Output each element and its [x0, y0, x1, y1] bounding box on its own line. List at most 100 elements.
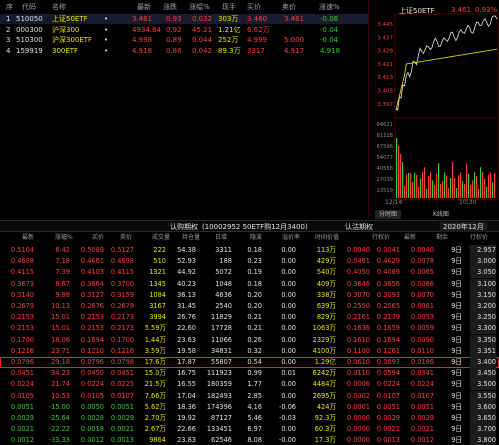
watchlist-cell-chg: 0.92 [166, 25, 182, 34]
price-tick-label: 3.429 [377, 49, 393, 55]
header-ask[interactable]: 卖价 [282, 2, 296, 12]
option-cell: 5.62万 [144, 402, 166, 411]
header-name[interactable]: 名称 [52, 2, 66, 12]
option-cell: 0.00 [281, 324, 296, 333]
watchlist-row[interactable]: 4 159919 300ETF 4.918 0.86 0.042 89.3万 3317 4.91… [0, 46, 368, 56]
option-cell: 17728 [211, 324, 232, 333]
option-cell: 9日 [451, 346, 462, 355]
header-speed[interactable]: 涨速% [319, 2, 340, 12]
watchlist-row[interactable]: 2 000300 沪深300 4934.84 0.92 45.21 1.21亿 6.62万 -0… [0, 25, 368, 35]
volume-bar [418, 187, 420, 198]
header-index[interactable]: 序 [6, 2, 13, 12]
col-volume[interactable]: 成交量 [152, 233, 170, 243]
option-cell: 0.26 [247, 335, 262, 344]
volume-tick-label: 81118 [376, 133, 393, 139]
col-iv[interactable]: 隐波 [250, 233, 262, 243]
option-row[interactable]: 0.4608 7.18 0.4661 0.4698 510 52.93 188 0.23 0.0… [0, 256, 499, 268]
option-cell: 0.0013 [376, 436, 400, 445]
option-cell: 0.3159 [110, 290, 134, 299]
option-cell: 34.23 [51, 369, 70, 378]
option-cell: 44.92 [177, 268, 196, 277]
col-strike-right[interactable]: 行权价 [470, 233, 488, 243]
tab-timeshare[interactable]: 分时图 [375, 210, 402, 219]
volume-bar [434, 184, 436, 198]
put-label[interactable]: 认沽期权 [345, 222, 373, 232]
option-row[interactable]: 0.0012 -33.33 0.0012 0.0013 9864 23.83 62546 8.… [0, 435, 499, 445]
option-cell: 0.0224 [410, 380, 434, 389]
col-daily[interactable]: 日增 [215, 233, 227, 243]
header-change[interactable]: 涨跌 [163, 2, 177, 12]
intraday-chart[interactable]: 上证50ETF 3.461 0.93% 3.445 3.437 3.429 3.421… [368, 0, 499, 219]
call-label[interactable]: 认购期权 [170, 222, 198, 232]
option-cell: -22.22 [48, 425, 70, 434]
watchlist-row[interactable]: 1 510050 上证50ETF 3.461 0.93 0.032 303万 3.460 3.4… [0, 14, 368, 24]
watchlist-cell-last: 4.998 [132, 36, 153, 44]
header-pct[interactable]: 涨幅% [189, 2, 210, 12]
option-row[interactable]: 0.0051 -15.00 0.0050 0.0051 5.62万 18.36 174396… [0, 401, 499, 413]
col-oi[interactable]: 持仓量 [182, 233, 200, 243]
option-cell: 9日 [451, 268, 462, 277]
option-cell: 9864 [149, 436, 166, 445]
option-row[interactable]: 0.0105 10.53 0.0105 0.0107 7.66万 17.04 182493 2… [0, 390, 499, 402]
month-select[interactable]: 2020年12月 [440, 222, 487, 232]
option-cell: 0.1659 [376, 324, 400, 333]
watchlist-cell-chg: 0.89 [166, 36, 182, 44]
option-cell: 0.3646 [346, 279, 370, 288]
volume-bar [450, 177, 452, 198]
selected-contract: (10002952 50ETF购12月3400) [202, 223, 308, 231]
header-volume[interactable]: 现手 [222, 2, 236, 12]
option-cell: 17.6万 [144, 358, 166, 366]
option-cell: 4636 [215, 290, 232, 299]
option-row-selected[interactable]: 0.0796 29.18 0.0796 0.0798 17.6万 17.87 55807 0.… [0, 357, 499, 369]
watchlist-row[interactable]: 3 510300 沪深300ETF 4.998 0.89 0.044 252万 4.999 5.… [0, 35, 368, 45]
option-row[interactable]: 0.3673 8.67 0.3664 0.3700 1345 40.23 1048 0.18 0… [0, 278, 499, 290]
option-cell: 0.23 [247, 257, 262, 266]
option-cell: 2.957 [470, 245, 496, 256]
header-bid[interactable]: 买价 [247, 2, 261, 12]
volume-bar [402, 162, 404, 198]
option-row[interactable]: 0.0021 -22.22 0.0018 0.0021 2.67万 22.66 133451… [0, 424, 499, 436]
option-cell: 40.23 [177, 279, 196, 288]
col-remaining[interactable]: 剩余 [436, 233, 448, 243]
header-last[interactable]: 最新 [137, 2, 151, 12]
option-cell: 9日 [451, 391, 462, 400]
option-cell: 0.0451 [110, 369, 134, 378]
option-row[interactable]: 0.2679 10.13 0.2676 0.2679 3167 31.45 2540 0.20… [0, 301, 499, 312]
watchlist-cell-ask: 5.000 [284, 36, 305, 44]
option-row[interactable]: 0.2153 15.01 0.2153 0.2173 3994 26.76 11829 0.2… [0, 312, 499, 324]
option-cell: 0.3093 [376, 290, 400, 299]
price-tick-label: 3.405 [377, 89, 393, 95]
option-cell: 3.650 [470, 413, 496, 424]
col-last[interactable]: 最新 [22, 233, 34, 243]
watchlist-cell-speed: -0.04 [320, 25, 339, 34]
option-cell: 0.00 [281, 391, 296, 400]
option-cell: 3994 [149, 313, 166, 322]
option-cell: 1345 [149, 279, 166, 288]
option-row[interactable]: 0.3140 9.98 0.3127 0.3159 1084 36.13 4636 0.20 0… [0, 289, 499, 301]
option-row[interactable]: 0.0029 -25.64 0.0028 0.0029 2.70万 19.92 87127 5… [0, 413, 499, 424]
option-row[interactable]: 0.0451 34.23 0.0450 0.0451 15.0万 16.75 111923 0… [0, 368, 499, 380]
option-row[interactable]: 0.1700 18.06 0.1694 0.1700 1.44万 23.63 11066 0.… [0, 334, 499, 346]
col-bid[interactable]: 买价 [92, 233, 104, 243]
option-row[interactable]: 0.5104 6.42 0.5089 0.5127 222 54.38 3311 0.18 0.… [0, 245, 499, 256]
option-row[interactable]: 0.0224 21.74 0.0224 0.0225 21.5万 16.55 180359 1… [0, 379, 499, 391]
col-premium[interactable]: 溢价率 [282, 233, 300, 243]
col-pct[interactable]: 涨幅% [55, 233, 73, 243]
header-code[interactable]: 代码 [22, 2, 36, 12]
option-cell: 18.36 [177, 402, 196, 411]
option-row[interactable]: 0.4115 7.39 0.4103 0.4115 1321 44.92 5072 0.19 0… [0, 267, 499, 279]
volume-bar [412, 182, 414, 198]
option-cell: 9日 [451, 380, 462, 389]
col-time-value[interactable]: 时间价值 [315, 233, 339, 243]
tab-kline[interactable]: K线图 [429, 210, 453, 219]
col-put-last[interactable]: 最新 [404, 233, 416, 243]
option-cell: 9日 [451, 369, 462, 378]
option-cell: 1048 [215, 279, 232, 288]
col-strike[interactable]: 行权价 [372, 233, 390, 243]
option-cell: 3.550 [470, 390, 496, 402]
option-row[interactable]: 0.2153 15.01 0.2153 0.2173 5.59万 22.60 17728 0.… [0, 323, 499, 335]
option-cell: 55807 [211, 358, 232, 366]
col-ask[interactable]: 卖价 [120, 233, 132, 243]
option-cell: 0.0107 [410, 391, 434, 400]
option-row[interactable]: 0.1216 23.71 0.1210 0.1216 3.59万 19.58 34831 0.… [0, 345, 499, 357]
